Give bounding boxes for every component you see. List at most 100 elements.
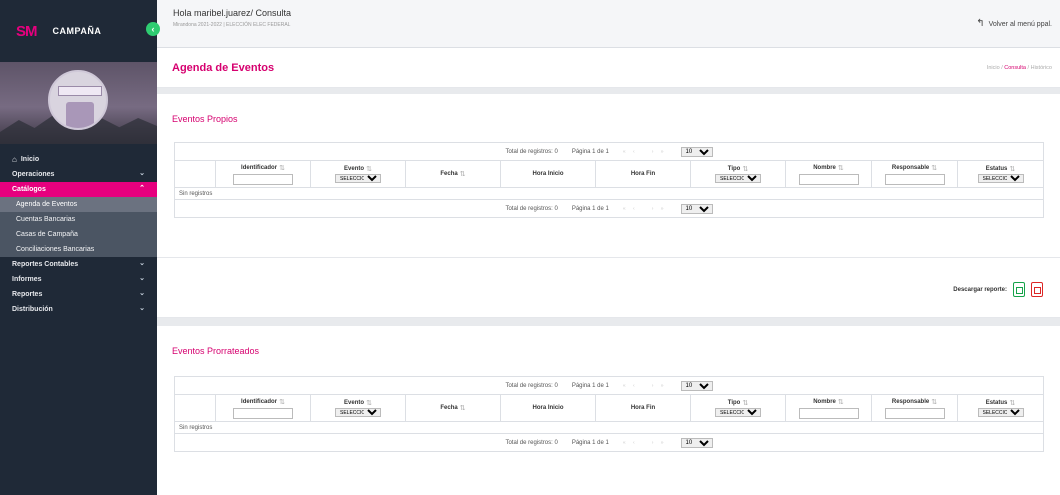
col-evento: Evento ⇅ SELECCIONA [310,161,405,187]
col-expander [175,395,215,421]
chevron-down-icon: ⌄ [139,290,145,297]
sidebar-item-operaciones[interactable]: Operaciones ⌄ [0,167,157,182]
sidebar-item-home[interactable]: ⌂ Inicio [0,152,157,167]
back-arrow-icon: ↰ [976,18,985,29]
col-tipo: Tipo ⇅ SELECCIONA [690,161,785,187]
filter-identificador-input[interactable] [233,407,293,419]
pager-prev-buttons[interactable]: « ‹ [623,149,638,155]
col-hora-fin: Hora Fin [595,161,690,187]
col-nombre: Nombre ⇅ [785,395,871,421]
filter-tipo-select[interactable]: SELECCIONA [715,174,761,183]
sort-icon[interactable]: ⇅ [279,398,285,406]
sidebar-subitem-cuentas[interactable]: Cuentas Bancarias [0,212,157,227]
back-link-label: Volver al menú ppal. [988,21,1052,28]
pager-next-buttons[interactable]: › » [652,149,667,155]
sidebar-item-informes[interactable]: Informes ⌄ [0,272,157,287]
sort-icon[interactable]: ⇅ [460,404,466,412]
chevron-up-icon: ⌃ [139,185,145,192]
sort-icon[interactable]: ⇅ [366,165,372,173]
section-title-prorrateados: Eventos Prorrateados [172,346,260,356]
page-size-select[interactable]: 10 [680,146,713,157]
pager-prev-buttons[interactable]: « ‹ [623,206,638,212]
sort-icon[interactable]: ⇅ [1009,399,1015,407]
col-hora-fin: Hora Fin [595,395,690,421]
filter-tipo-select[interactable]: SELECCIONA [715,408,761,417]
main-content: Agenda de Eventos Inicio / Consulta / Hi… [157,48,1060,495]
panel-eventos-propios: Eventos Propios Total de registros: 0 Pá… [157,94,1060,258]
col-label: Hora Fin [630,171,656,177]
sort-icon[interactable]: ⇅ [931,164,937,172]
breadcrumb-consulta[interactable]: Consulta [1004,65,1026,71]
breadcrumb-historico[interactable]: Histórico [1031,65,1052,71]
sidebar-subitem-conciliaciones[interactable]: Conciliaciones Bancarias [0,242,157,257]
sort-icon[interactable]: ⇅ [742,399,748,407]
user-greeting: Hola maribel.juarez/ Consulta [173,8,292,18]
total-records: Total de registros: 0 [505,439,558,446]
filter-evento-select[interactable]: SELECCIONA [335,174,381,183]
sidebar-item-distribucion[interactable]: Distribución ⌄ [0,302,157,317]
sidebar-item-label: Distribución [12,306,53,313]
filter-responsable-input[interactable] [884,407,945,419]
col-hora-inicio: Hora Inicio [500,161,595,187]
pager-next-buttons[interactable]: › » [652,206,667,212]
sort-icon[interactable]: ⇅ [931,398,937,406]
col-label: Responsable [891,164,930,171]
sort-icon[interactable]: ⇅ [742,165,748,173]
page-header: Agenda de Eventos Inicio / Consulta / Hi… [157,48,1060,88]
page-size-select[interactable]: 10 [680,203,713,214]
filter-nombre-input[interactable] [798,173,859,185]
col-label: Responsable [891,398,930,405]
pager-prev-buttons[interactable]: « ‹ [623,440,638,446]
excel-download-icon[interactable] [1013,282,1025,297]
chevron-down-icon: ⌄ [139,260,145,267]
avatar-shirt-icon [66,102,94,128]
page-size-select[interactable]: 10 [680,437,713,448]
col-identificador: Identificador ⇅ [215,161,310,187]
filter-responsable-input[interactable] [884,173,945,185]
breadcrumb-inicio[interactable]: Inicio [987,65,1000,71]
chevron-down-icon: ⌄ [139,305,145,312]
col-responsable: Responsable ⇅ [871,161,957,187]
filter-nombre-input[interactable] [798,407,859,419]
sort-icon[interactable]: ⇅ [838,398,844,406]
chevron-down-icon: ⌄ [139,275,145,282]
col-label: Tipo [727,400,741,406]
sort-icon[interactable]: ⇅ [838,164,844,172]
sidebar-item-label: Reportes Contables [12,261,79,268]
home-icon: ⌂ [12,155,17,164]
page-title: Agenda de Eventos [172,62,275,74]
empty-message: Sin registros [175,188,1043,200]
sidebar-subitem-agenda[interactable]: Agenda de Eventos [0,197,157,212]
sidebar-item-reportes-contables[interactable]: Reportes Contables ⌄ [0,257,157,272]
avatar[interactable] [48,70,108,130]
sidebar-subitem-casas[interactable]: Casas de Campaña [0,227,157,242]
sidebar-collapse-button[interactable]: ‹ [146,22,160,36]
page-size-select[interactable]: 10 [680,380,713,391]
filter-estatus-select[interactable]: SELECCIONA [977,174,1024,183]
empty-message: Sin registros [175,422,1043,434]
col-label: Estatus [985,400,1008,406]
pager-bottom: Total de registros: 0 Página 1 de 1 « ‹ … [175,200,1043,217]
col-nombre: Nombre ⇅ [785,161,871,187]
sidebar-item-catalogos[interactable]: Catálogos ⌃ [0,182,157,197]
pager-top: Total de registros: 0 Página 1 de 1 « ‹ … [175,377,1043,394]
filter-identificador-input[interactable] [233,173,293,185]
filter-estatus-select[interactable]: SELECCIONA [977,408,1024,417]
sort-icon[interactable]: ⇅ [279,164,285,172]
grid-header: Identificador ⇅ Evento ⇅ SELECCIONA Fecha ⇅… [175,394,1043,422]
pdf-download-icon[interactable] [1031,282,1043,297]
col-label: Hora Inicio [532,171,564,177]
sidebar-item-reportes[interactable]: Reportes ⌄ [0,287,157,302]
sort-icon[interactable]: ⇅ [366,399,372,407]
sort-icon[interactable]: ⇅ [1009,165,1015,173]
pager-next-buttons[interactable]: › » [652,440,667,446]
col-label: Tipo [727,166,741,172]
pager-prev-buttons[interactable]: « ‹ [623,383,638,389]
col-estatus: Estatus ⇅ SELECCIONA [957,395,1043,421]
filter-evento-select[interactable]: SELECCIONA [335,408,381,417]
sort-icon[interactable]: ⇅ [460,170,466,178]
back-to-menu-link[interactable]: ↰ Volver al menú ppal. [976,18,1052,29]
col-fecha: Fecha ⇅ [405,161,500,187]
pager-next-buttons[interactable]: › » [652,383,667,389]
sidebar-item-label: Reportes [12,291,43,298]
